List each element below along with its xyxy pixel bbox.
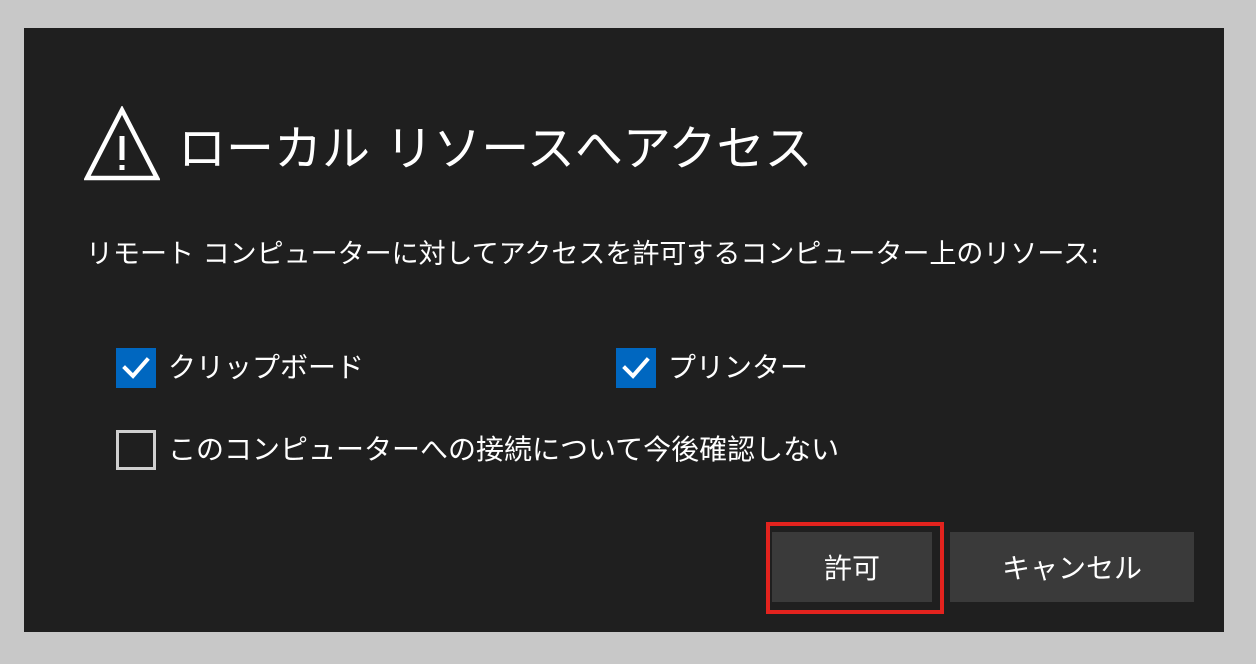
checkmark-icon [622,357,650,379]
printer-checkbox[interactable]: プリンター [616,348,808,388]
clipboard-checkbox[interactable]: クリップボード [116,348,364,388]
checkbox-checked-icon[interactable] [616,348,656,388]
warning-triangle-icon [84,106,160,181]
printer-label: プリンター [668,351,809,384]
clipboard-label: クリップボード [168,351,365,384]
checkmark-icon [122,357,150,379]
allow-button[interactable]: 許可 [772,532,932,602]
dont-ask-checkbox[interactable]: このコンピューターへの接続について今後確認しない [116,430,839,470]
cancel-button[interactable]: キャンセル [950,532,1194,602]
dont-ask-label: このコンピューターへの接続について今後確認しない [168,433,840,466]
dialog-title: ローカル リソースへアクセス [178,121,813,177]
checkbox-unchecked-icon[interactable] [116,430,156,470]
dialog-description: リモート コンピューターに対してアクセスを許可するコンピューター上のリソース: [86,239,1100,270]
checkbox-checked-icon[interactable] [116,348,156,388]
